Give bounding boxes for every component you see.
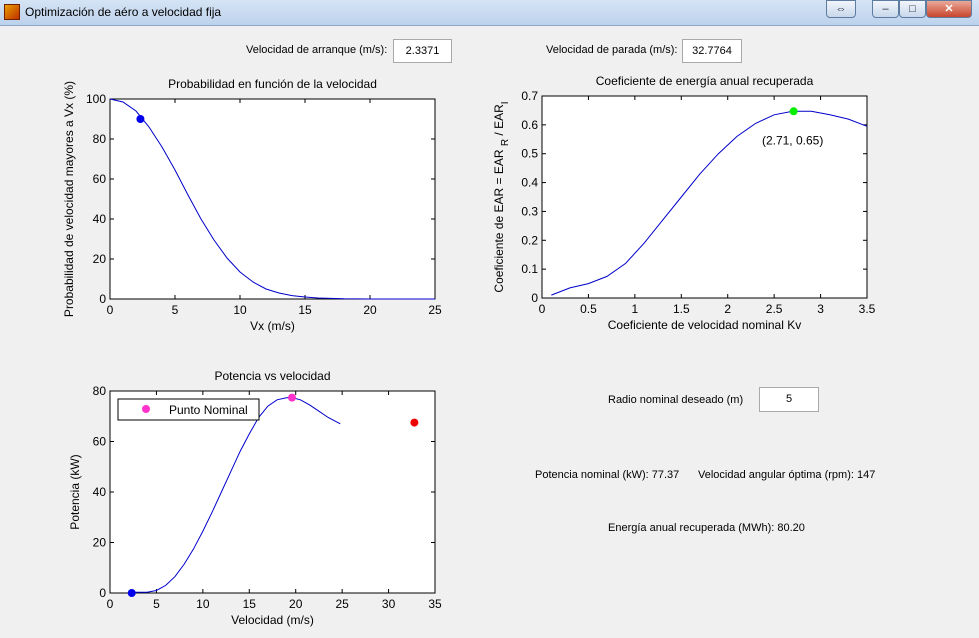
y-axis-label: Potencia (kW): [68, 454, 82, 529]
x-tick-label: 35: [428, 597, 442, 611]
y-tick-label: 0.6: [521, 118, 538, 132]
x-tick-label: 10: [196, 597, 210, 611]
x-tick-label: 2: [724, 302, 731, 316]
x-tick-label: 3: [817, 302, 824, 316]
chart-1: 0 5 10 15 20 25 0 20 40 60 80 100 Probabilidad en fu…: [62, 77, 442, 333]
plot-area: [109, 98, 436, 300]
y-tick-label: 0.1: [521, 262, 538, 276]
y-tick-label: 0.2: [521, 233, 538, 247]
y-tick-label: 20: [93, 536, 107, 550]
data-point-marker: [410, 418, 419, 427]
y-axis-label: Probabilidad de velocidad mayores a Vx (…: [62, 81, 76, 317]
x-tick-label: 20: [289, 597, 303, 611]
x-tick-label: 0: [107, 303, 114, 317]
x-tick-label: 25: [428, 303, 442, 317]
chart-3: 0 5 10 15 20 25 30 35 0 20 40 60 80 Potencia vs veloc…: [68, 369, 442, 627]
x-tick-label: 0.5: [580, 302, 597, 316]
y-tick-label: 40: [93, 212, 107, 226]
x-tick-label: 15: [298, 303, 312, 317]
chart-title: Probabilidad en función de la velocidad: [168, 77, 377, 91]
y-tick-label: 20: [93, 252, 107, 266]
x-tick-label: 20: [363, 303, 377, 317]
x-tick-label: 15: [243, 597, 257, 611]
y-tick-label: 0.5: [521, 147, 538, 161]
x-tick-label: 0: [539, 302, 546, 316]
x-tick-label: 25: [335, 597, 349, 611]
y-tick-label: 60: [93, 172, 107, 186]
data-point-marker: [136, 115, 145, 123]
y-axis-label: Coeficiente de EAR = EAR R / EARI: [492, 101, 511, 292]
x-tick-label: 5: [153, 597, 160, 611]
x-tick-label: 5: [172, 303, 179, 317]
chart-title: Potencia vs velocidad: [214, 369, 330, 383]
y-tick-label: 40: [93, 485, 107, 499]
data-point-marker: [127, 589, 136, 597]
y-tick-label: 0: [99, 586, 106, 600]
x-axis-label: Velocidad (m/s): [231, 613, 314, 627]
legend-label: Punto Nominal: [169, 403, 248, 417]
point-annotation: (2.71, 0.65): [762, 133, 823, 147]
y-tick-label: 0: [531, 291, 538, 305]
y-tick-label: 100: [86, 92, 106, 106]
y-tick-label: 80: [93, 132, 107, 146]
y-tick-label: 0: [99, 292, 106, 306]
y-tick-label: 0.4: [521, 176, 538, 190]
x-tick-label: 3.5: [859, 302, 876, 316]
y-tick-label: 80: [93, 384, 107, 398]
x-tick-label: 2.5: [766, 302, 783, 316]
y-tick-label: 60: [93, 435, 107, 449]
data-point-marker: [789, 107, 798, 116]
plot-area: [109, 390, 436, 594]
x-tick-label: 0: [107, 597, 114, 611]
x-tick-label: 10: [233, 303, 247, 317]
charts-canvas: 0 5 10 15 20 25020406080100Probabilidad en fu…: [62, 74, 876, 627]
x-axis-label: Coeficiente de velocidad nominal Kv: [608, 318, 801, 332]
legend-marker: [142, 405, 150, 413]
x-tick-label: 1.5: [673, 302, 690, 316]
data-point-marker: [288, 393, 296, 402]
chart-2: 0 0.5 1 1.5 2 2.5 3 3.5 0 0.1 0.2 0.3 0.4 0.5 0.6 0.7 Co…: [492, 74, 876, 332]
x-tick-label: 30: [382, 597, 396, 611]
plot-area: [541, 95, 868, 299]
y-tick-label: 0.7: [521, 89, 538, 103]
x-axis-label: Vx (m/s): [250, 319, 295, 333]
x-tick-label: 1: [632, 302, 639, 316]
y-tick-label: 0.3: [521, 204, 538, 218]
chart-title: Coeficiente de energía anual recuperada: [596, 74, 814, 88]
